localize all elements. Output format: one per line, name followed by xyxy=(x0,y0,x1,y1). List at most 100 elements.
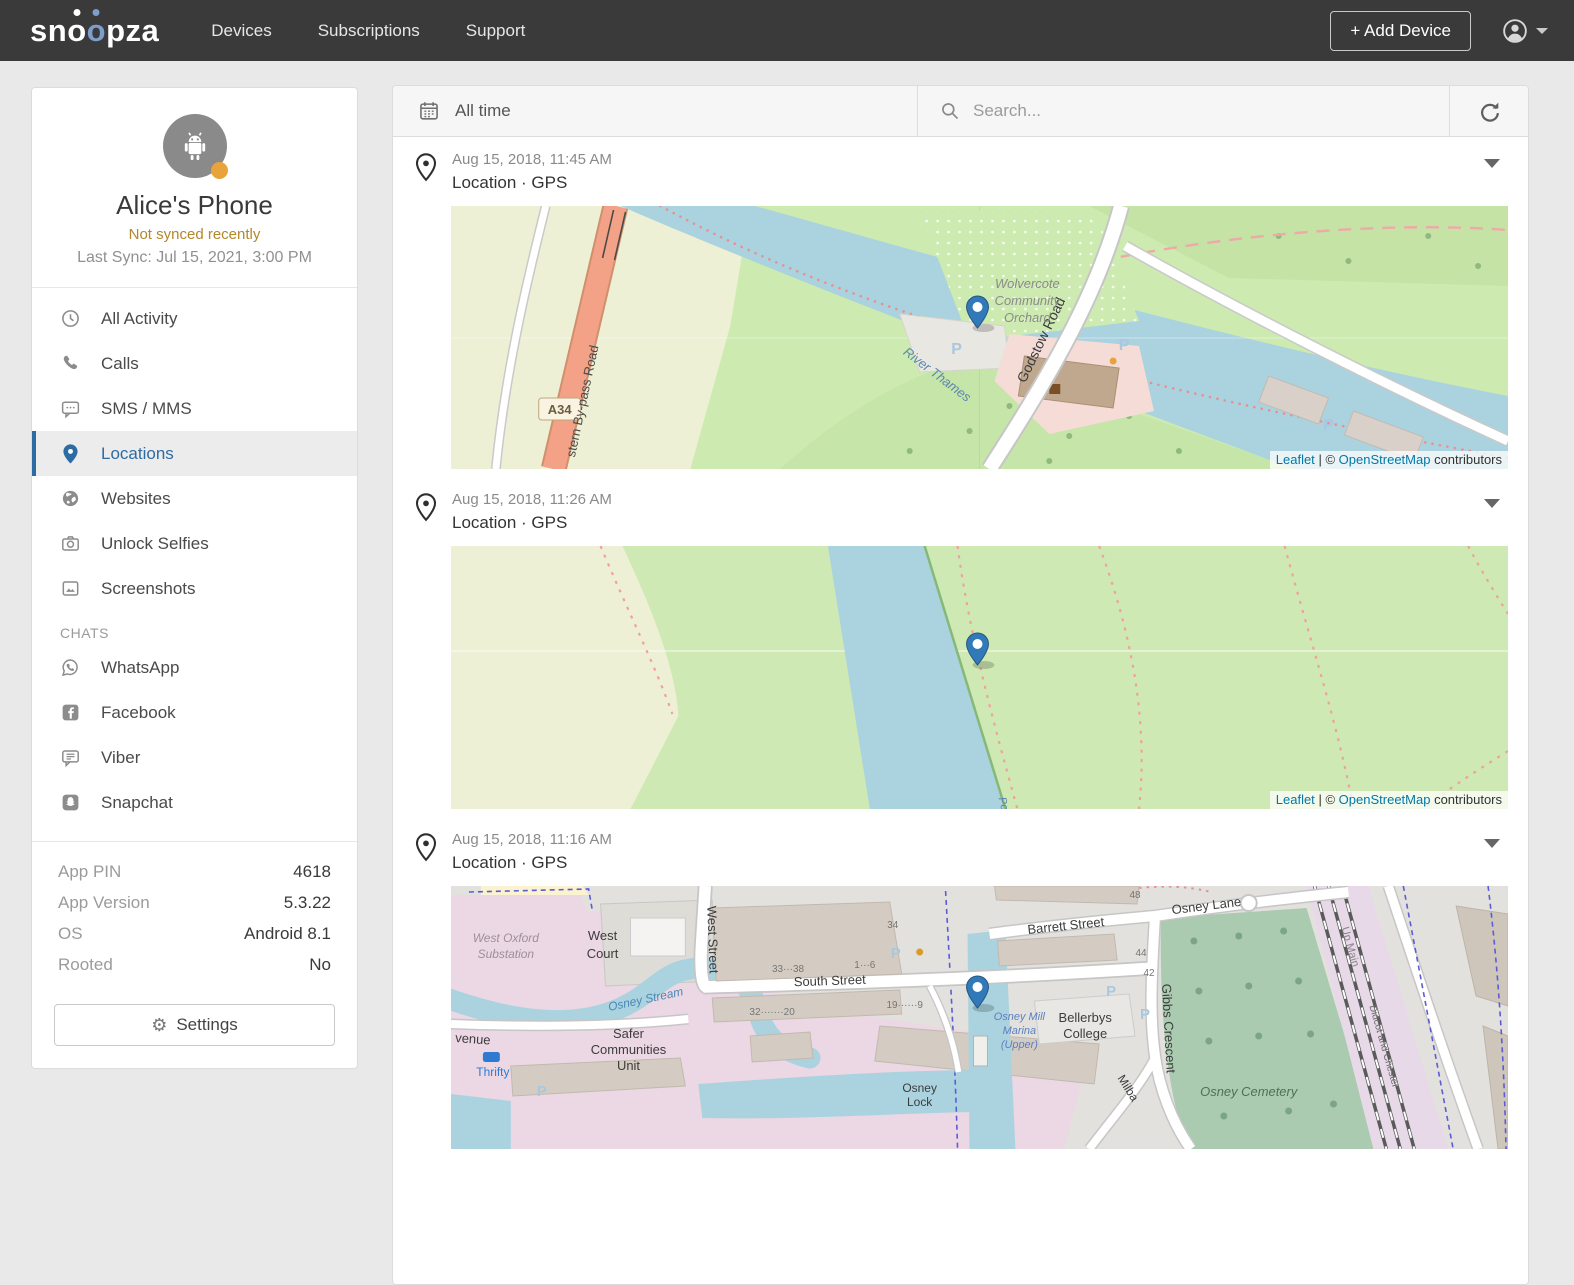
entry-header: Aug 15, 2018, 11:26 AM Location · GPS xyxy=(393,491,1528,533)
map-house-numbers: 19······9 xyxy=(886,1000,923,1011)
sidebar-item-label: Calls xyxy=(101,354,139,374)
viber-icon xyxy=(60,747,81,768)
refresh-button[interactable] xyxy=(1450,86,1528,136)
leaflet-link[interactable]: Leaflet xyxy=(1276,452,1315,467)
activity-panel: All time Aug 15, 2018, 11:45 AM Location… xyxy=(392,85,1529,1285)
osm-link[interactable]: OpenStreetMap xyxy=(1339,792,1431,807)
map-label-safer: Unit xyxy=(617,1058,640,1073)
map-label-west-oxford: Substation xyxy=(478,947,535,961)
attribution-suffix: contributors xyxy=(1434,452,1502,467)
device-sidebar: Alice's Phone Not synced recently Last S… xyxy=(31,87,358,1069)
sidebar-item-screenshots[interactable]: Screenshots xyxy=(32,566,357,611)
android-icon xyxy=(175,126,215,166)
map-wolvercote[interactable]: A34 stern By-pass Road Godstow Road Rive… xyxy=(451,206,1508,469)
location-entry: Aug 15, 2018, 11:26 AM Location · GPS xyxy=(393,477,1528,809)
attribution-suffix: contributors xyxy=(1434,792,1502,807)
sidebar-item-locations[interactable]: Locations xyxy=(32,431,357,476)
map-label-orchard: Wolvercote xyxy=(995,276,1060,291)
refresh-icon xyxy=(1478,100,1501,123)
sidebar-item-all-activity[interactable]: All Activity xyxy=(32,296,357,341)
app-logo[interactable]: snoopza xyxy=(30,13,159,49)
nav-item-subscriptions[interactable]: Subscriptions xyxy=(318,21,420,41)
search-bar xyxy=(918,86,1450,136)
sidebar-item-label: Websites xyxy=(101,489,171,509)
map-label-avenue: venue xyxy=(455,1030,491,1047)
sidebar-item-label: Viber xyxy=(101,748,140,768)
parking-icon: P xyxy=(1119,337,1130,354)
date-range-filter[interactable]: All time xyxy=(393,86,918,136)
sidebar-item-calls[interactable]: Calls xyxy=(32,341,357,386)
entry-timestamp: Aug 15, 2018, 11:26 AM xyxy=(452,491,1484,508)
map-label-safer: Safer xyxy=(613,1026,645,1041)
leaflet-link[interactable]: Leaflet xyxy=(1276,792,1315,807)
attribution-divider: | xyxy=(1318,452,1321,467)
info-value: No xyxy=(309,955,331,975)
map-label-marina: (Upper) xyxy=(1001,1039,1038,1051)
map-label-osney-lock: Osney xyxy=(902,1081,937,1095)
account-menu[interactable] xyxy=(1501,17,1548,45)
map-label-thrifty: Thrifty xyxy=(476,1065,509,1079)
logo-text: sn xyxy=(30,13,67,49)
info-value: 5.3.22 xyxy=(284,893,331,913)
sidebar-item-label: Unlock Selfies xyxy=(101,534,209,554)
map-attribution: Leaflet | © OpenStreetMap contributors xyxy=(1270,791,1508,809)
info-row-os: OS Android 8.1 xyxy=(58,924,331,944)
calendar-icon xyxy=(418,100,440,122)
add-device-button[interactable]: + Add Device xyxy=(1330,11,1471,51)
sms-icon xyxy=(60,398,81,419)
info-row-rooted: Rooted No xyxy=(58,955,331,975)
camera-icon xyxy=(60,533,81,554)
collapse-chevron-icon[interactable] xyxy=(1484,839,1500,848)
search-input[interactable] xyxy=(973,101,1433,121)
search-icon xyxy=(940,101,960,121)
map-river-meadow[interactable]: Po Leaflet | © OpenStreetMap contributor… xyxy=(451,546,1508,809)
map-osney[interactable]: West Oxford Substation West Court Safer … xyxy=(451,886,1508,1149)
map-label-safer: Communities xyxy=(591,1042,667,1057)
sidebar-item-label: All Activity xyxy=(101,309,178,329)
parking-icon: P xyxy=(951,341,962,358)
sidebar-item-unlock-selfies[interactable]: Unlock Selfies xyxy=(32,521,357,566)
sidebar-item-whatsapp[interactable]: WhatsApp xyxy=(32,645,357,690)
entry-type: Location · GPS xyxy=(452,513,1484,533)
sidebar-item-websites[interactable]: Websites xyxy=(32,476,357,521)
clock-icon xyxy=(60,308,81,329)
map-label-bellerbys: Bellerbys xyxy=(1059,1010,1113,1025)
sidebar-item-facebook[interactable]: Facebook xyxy=(32,690,357,735)
info-value: 4618 xyxy=(293,862,331,882)
device-name: Alice's Phone xyxy=(50,190,339,221)
sidebar-item-label: Facebook xyxy=(101,703,176,723)
logo-o-dot: o xyxy=(67,13,86,49)
collapse-chevron-icon[interactable] xyxy=(1484,159,1500,168)
device-profile: Alice's Phone Not synced recently Last S… xyxy=(32,88,357,288)
chats-section-header: CHATS xyxy=(32,611,357,645)
attribution-copyright: © xyxy=(1325,452,1335,467)
entry-header: Aug 15, 2018, 11:45 AM Location · GPS xyxy=(393,151,1528,193)
location-entry: Aug 15, 2018, 11:16 AM Location · GPS xyxy=(393,817,1528,1149)
screenshot-icon xyxy=(60,578,81,599)
settings-button[interactable]: ⚙ Settings xyxy=(54,1004,335,1046)
collapse-chevron-icon[interactable] xyxy=(1484,499,1500,508)
sidebar-item-viber[interactable]: Viber xyxy=(32,735,357,780)
map-house-numbers: 48 xyxy=(1130,890,1142,901)
gear-icon: ⚙ xyxy=(151,1016,167,1034)
info-label: App PIN xyxy=(58,862,121,882)
nav-item-support[interactable]: Support xyxy=(466,21,526,41)
map-canvas: West Oxford Substation West Court Safer … xyxy=(451,886,1508,1149)
globe-icon xyxy=(60,488,81,509)
attribution-copyright: © xyxy=(1325,792,1335,807)
info-label: App Version xyxy=(58,893,150,913)
date-range-label: All time xyxy=(455,101,511,121)
entry-timestamp: Aug 15, 2018, 11:16 AM xyxy=(452,831,1484,848)
info-label: Rooted xyxy=(58,955,113,975)
osm-link[interactable]: OpenStreetMap xyxy=(1339,452,1431,467)
logo-text: pza xyxy=(106,13,159,49)
map-house-numbers: 44 xyxy=(1136,948,1148,959)
nav-item-devices[interactable]: Devices xyxy=(211,21,271,41)
parking-icon: P xyxy=(891,945,901,962)
sidebar-item-snapchat[interactable]: Snapchat xyxy=(32,780,357,825)
sidebar-item-sms-mms[interactable]: SMS / MMS xyxy=(32,386,357,431)
whatsapp-icon xyxy=(60,657,81,678)
nav-links: Devices Subscriptions Support xyxy=(211,21,525,41)
map-label-west-street: West Street xyxy=(704,906,721,974)
sidebar-item-label: Snapchat xyxy=(101,793,173,813)
